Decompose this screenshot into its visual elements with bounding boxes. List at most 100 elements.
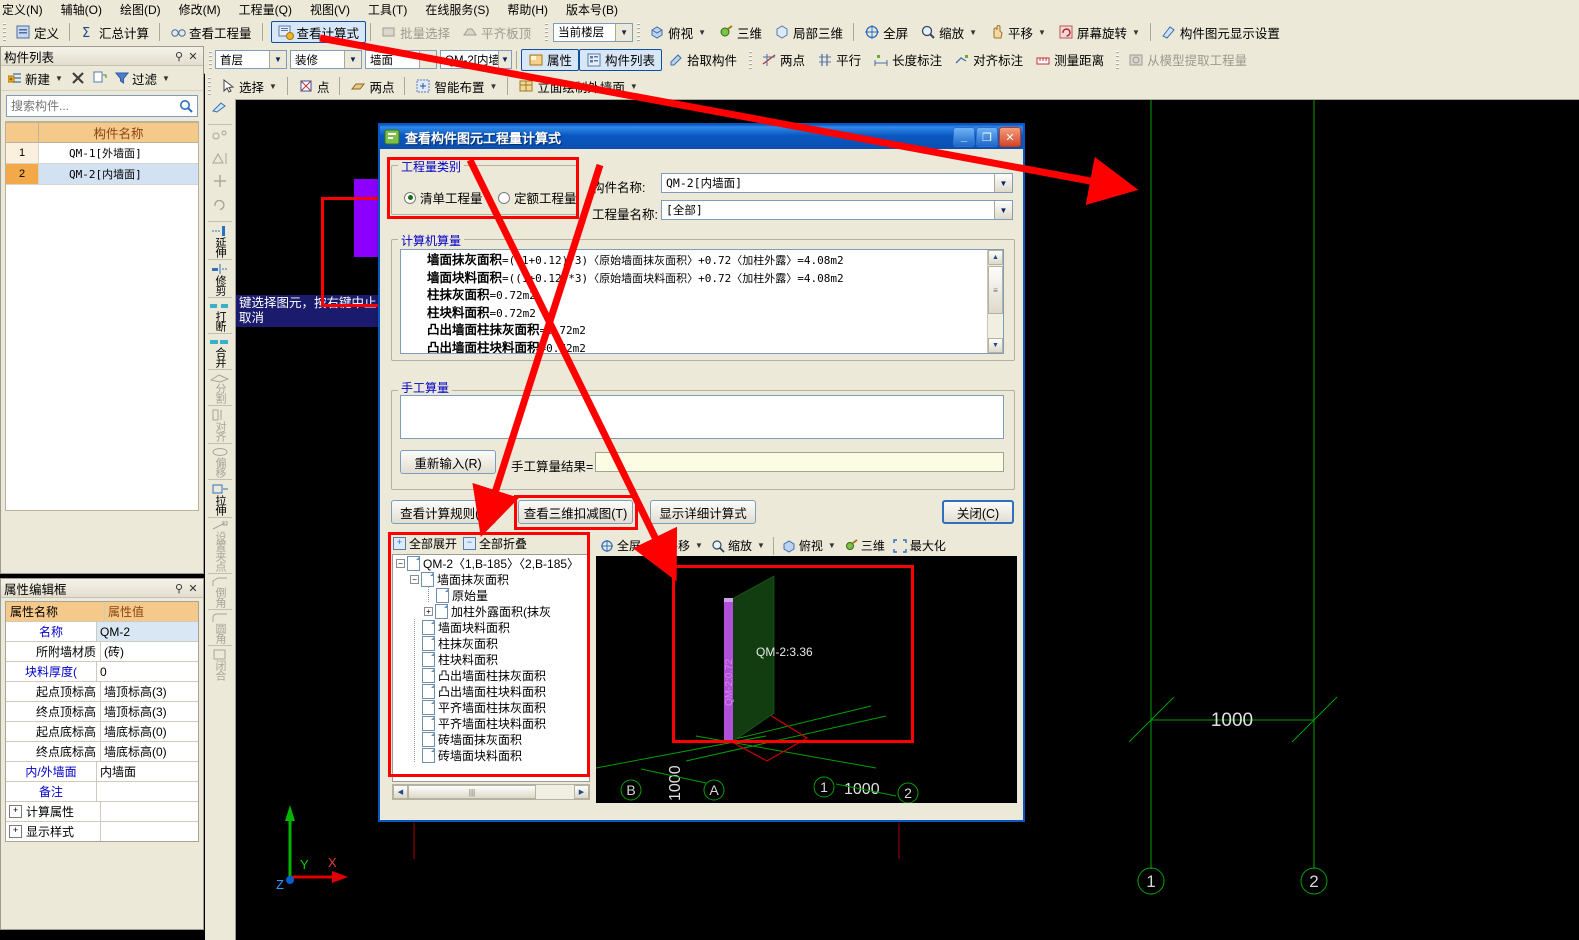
property-value[interactable] xyxy=(101,822,198,841)
collapse-icon[interactable]: − xyxy=(410,574,419,584)
chevron-down-icon[interactable]: ▼ xyxy=(344,51,361,68)
new-component-button[interactable]: 新建 ▼ xyxy=(5,67,66,89)
chevron-down-icon[interactable]: ▼ xyxy=(55,74,63,83)
collapse-all-button[interactable]: − 全部折叠 xyxy=(463,535,527,552)
property-value[interactable]: QM-2 xyxy=(97,622,198,641)
three-d-viewer[interactable]: QM-2:3.36 QM-2:0.72 B A 1 2 1000 1000 xyxy=(596,556,1017,803)
top-view-button[interactable]: 俯视 ▼ xyxy=(643,21,712,43)
properties-button[interactable]: 属性 xyxy=(521,48,580,71)
two-point-tool-button[interactable]: 两点 xyxy=(344,75,400,97)
viewer-pan-button[interactable]: 平移 ▼ xyxy=(645,535,707,556)
chevron-down-icon[interactable]: ▼ xyxy=(162,74,170,83)
elevation-draw-wall-button[interactable]: 立面绘制外墙面 ▼ xyxy=(512,75,643,97)
view-quantity-button[interactable]: 查看工程量 xyxy=(164,21,258,43)
chevron-down-icon[interactable]: ▼ xyxy=(994,201,1012,219)
pan-button[interactable]: 平移 ▼ xyxy=(983,21,1052,43)
chevron-down-icon[interactable]: ▼ xyxy=(994,174,1012,192)
chevron-down-icon[interactable]: ▼ xyxy=(1132,28,1140,37)
tree-node[interactable]: 原始量 xyxy=(393,587,589,603)
length-dim-button[interactable]: 长度标注 xyxy=(867,49,948,71)
pin-icon[interactable]: ⚲ xyxy=(172,582,186,595)
property-row-display-style[interactable]: + 显示样式 xyxy=(6,822,198,841)
menu-item-2[interactable]: 绘图(D) xyxy=(111,0,170,18)
close-icon[interactable]: ✕ xyxy=(186,50,200,63)
chevron-down-icon[interactable]: ▼ xyxy=(615,23,633,41)
tree-node[interactable]: 柱块料面积 xyxy=(393,651,589,667)
floor-select[interactable]: 当前楼层 ▼ xyxy=(553,22,634,42)
pick-component-button[interactable]: 拾取构件 xyxy=(662,49,743,71)
manual-formula-textarea[interactable] xyxy=(400,395,1004,439)
maximize-button[interactable]: ❐ xyxy=(976,127,998,147)
parallel-dim-button[interactable]: 平行 xyxy=(811,49,867,71)
chevron-down-icon[interactable]: ▼ xyxy=(630,82,638,91)
collapse-icon[interactable]: − xyxy=(396,558,405,568)
scroll-down-icon[interactable]: ▼ xyxy=(988,338,1003,353)
define-button[interactable]: 定义 xyxy=(9,21,65,43)
property-value[interactable]: (砖) xyxy=(101,642,198,661)
element-display-settings-button[interactable]: 构件图元显示设置 xyxy=(1155,21,1286,43)
tree-node[interactable]: − 墙面抹灰面积 xyxy=(393,571,589,587)
chevron-down-icon[interactable]: ▼ xyxy=(969,28,977,37)
search-input[interactable] xyxy=(7,98,175,114)
radio-list-quantity[interactable]: 清单工程量 xyxy=(404,188,483,207)
scroll-up-icon[interactable]: ▲ xyxy=(988,250,1003,265)
minimize-button[interactable]: _ xyxy=(953,127,975,147)
property-row-wall-material[interactable]: 所附墙材质 (砖) xyxy=(6,642,198,662)
view-rules-button[interactable]: 查看计算规则(I) xyxy=(391,500,496,524)
tree-node[interactable]: 平齐墙面柱块料面积 xyxy=(393,715,589,731)
vtool-brush[interactable] xyxy=(205,99,234,122)
table-row[interactable]: 2 QM-2[内墙面] xyxy=(6,164,198,185)
formula-tree[interactable]: − QM-2〈1,B-185〉〈2,B-185〉 − 墙面抹灰面积 原始量 + 加柱外… xyxy=(392,554,590,782)
toolbar-grip[interactable] xyxy=(3,23,6,41)
tree-node[interactable]: 墙面块料面积 xyxy=(393,619,589,635)
close-button[interactable]: 关闭(C) xyxy=(942,500,1014,524)
close-icon[interactable]: ✕ xyxy=(999,127,1021,147)
measure-distance-button[interactable]: 测量距离 xyxy=(1029,49,1110,71)
view-formula-button[interactable]: 查看计算式 xyxy=(270,21,367,43)
vtool-extend[interactable]: 延伸 xyxy=(205,224,234,257)
type-combo[interactable]: 墙面 ▼ xyxy=(365,50,437,69)
tree-node[interactable]: − QM-2〈1,B-185〉〈2,B-185〉 xyxy=(393,555,589,571)
copy-component-button[interactable] xyxy=(90,67,110,89)
property-value[interactable]: 0 xyxy=(97,662,198,681)
property-row-inner-outer-wall[interactable]: 内/外墙面 内墙面 xyxy=(6,762,198,782)
calc-formula-list[interactable]: 墙面抹灰面积=((1+0.12)*3)〈原始墙面抹灰面积〉+0.72〈加柱外露〉… xyxy=(400,249,1004,354)
zoom-button[interactable]: 缩放 ▼ xyxy=(914,21,983,43)
tree-node[interactable]: 柱抹灰面积 xyxy=(393,635,589,651)
menu-item-0[interactable]: 定义(N) xyxy=(0,0,52,18)
chevron-down-icon[interactable]: ▼ xyxy=(269,82,277,91)
chevron-down-icon[interactable]: ▼ xyxy=(497,51,511,68)
property-value[interactable] xyxy=(97,782,198,801)
tree-horizontal-scrollbar[interactable]: ◀ ||| ▶ xyxy=(392,784,590,800)
select-tool-button[interactable]: 选择 ▼ xyxy=(214,75,283,97)
close-icon[interactable]: ✕ xyxy=(186,582,200,595)
category-combo[interactable]: 装修 ▼ xyxy=(290,50,362,69)
property-row-end-top-elev[interactable]: 终点顶标高 墙顶标高(3) xyxy=(6,702,198,722)
point-tool-button[interactable]: 点 xyxy=(292,75,336,97)
property-value[interactable] xyxy=(101,802,198,821)
property-row-start-top-elev[interactable]: 起点顶标高 墙顶标高(3) xyxy=(6,682,198,702)
chevron-down-icon[interactable]: ▼ xyxy=(698,28,706,37)
vtool-merge[interactable]: 合并 xyxy=(205,336,234,367)
tree-node[interactable]: + 加柱外露面积(抹灰 xyxy=(393,603,589,619)
chevron-down-icon[interactable]: ▼ xyxy=(269,51,286,68)
floor-combo[interactable]: 首层 ▼ xyxy=(215,50,287,69)
tree-node[interactable]: 砖墙面抹灰面积 xyxy=(393,731,589,747)
viewer-top-view-button[interactable]: 俯视 ▼ xyxy=(778,535,840,556)
delete-component-button[interactable] xyxy=(68,67,88,89)
chevron-down-icon[interactable]: ▼ xyxy=(419,51,436,68)
quantity-name-field[interactable]: [全部] ▼ xyxy=(661,200,1013,220)
component-combo[interactable]: QM-2[内墙面] ▼ xyxy=(440,50,512,69)
property-value[interactable]: 墙顶标高(3) xyxy=(101,682,198,701)
search-box[interactable] xyxy=(6,95,198,117)
property-row-remark[interactable]: 备注 xyxy=(6,782,198,802)
property-value[interactable]: 墙底标高(0) xyxy=(101,742,198,761)
partial-three-d-button[interactable]: 局部三维 xyxy=(768,21,849,43)
property-value[interactable]: 内墙面 xyxy=(97,762,198,781)
calc-scrollbar[interactable]: ▲ ≡ ▼ xyxy=(987,250,1003,353)
menu-item-3[interactable]: 修改(M) xyxy=(170,0,230,18)
expand-all-button[interactable]: + 全部展开 xyxy=(393,535,457,552)
manual-result-field[interactable] xyxy=(595,452,1004,472)
expand-icon[interactable]: + xyxy=(9,825,22,838)
table-row[interactable]: 1 QM-1[外墙面] xyxy=(6,143,198,164)
